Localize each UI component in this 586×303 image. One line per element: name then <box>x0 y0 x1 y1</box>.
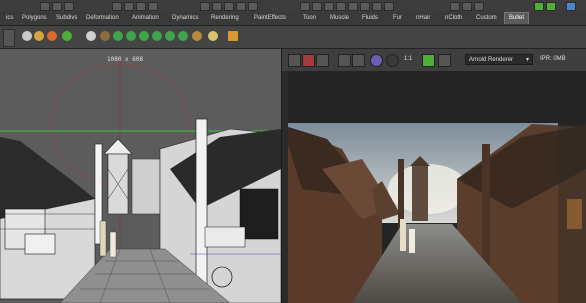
tab-toon[interactable]: Toon <box>299 13 320 24</box>
bullet-solver-icon[interactable] <box>22 31 32 41</box>
resolution-gate-label: 1080 x 608 <box>107 56 144 63</box>
passive-rigid-body-icon[interactable] <box>62 31 72 41</box>
tab-rendering[interactable]: Rendering <box>207 13 243 24</box>
status-tool-icon[interactable] <box>64 2 74 11</box>
tab-dynamics[interactable]: Dynamics <box>168 13 202 24</box>
render-settings-icon[interactable] <box>566 2 576 11</box>
status-tool-icon[interactable] <box>136 2 146 11</box>
tab-ncloth[interactable]: nCloth <box>441 13 466 24</box>
status-tool-icon[interactable] <box>124 2 134 11</box>
status-tool-icon[interactable] <box>248 2 258 11</box>
status-tool-icon[interactable] <box>384 2 394 11</box>
perspective-viewport[interactable]: 1080 x 608 <box>0 49 282 303</box>
render-icon[interactable] <box>534 2 544 11</box>
slider-constraint-icon[interactable] <box>139 31 149 41</box>
status-tool-icon[interactable] <box>200 2 210 11</box>
tab-fluids[interactable]: Fluids <box>358 13 382 24</box>
tab-painteffects[interactable]: PaintEffects <box>250 13 290 24</box>
tab-bullet[interactable]: Bullet <box>504 12 530 24</box>
tab-muscle[interactable]: Muscle <box>326 13 353 24</box>
status-tool-icon[interactable] <box>212 2 222 11</box>
status-tool-icon[interactable] <box>372 2 382 11</box>
tab-animation[interactable]: Animation <box>128 13 163 24</box>
status-tool-icon[interactable] <box>324 2 334 11</box>
tab-subdivs[interactable]: Subdivs <box>52 13 81 24</box>
soft-body-icon[interactable] <box>86 31 96 41</box>
tab-custom[interactable]: Custom <box>472 13 501 24</box>
wireframe-scene <box>0 49 281 303</box>
rendered-image <box>282 71 586 303</box>
shelf-menu-icon[interactable] <box>3 29 15 47</box>
rigid-body-icon[interactable] <box>34 31 44 41</box>
render-view: 1:1 Arnold Renderer ▾ IPR: 0MB <box>282 49 586 303</box>
status-tool-icon[interactable] <box>348 2 358 11</box>
cloth-icon[interactable] <box>100 31 110 41</box>
status-tool-icon[interactable] <box>450 2 460 11</box>
status-tool-icon[interactable] <box>52 2 62 11</box>
tab-fur[interactable]: Fur <box>389 13 406 24</box>
hinge-constraint-icon[interactable] <box>126 31 136 41</box>
status-tool-icon[interactable] <box>336 2 346 11</box>
active-rigid-body-icon[interactable] <box>47 31 57 41</box>
status-tool-icon[interactable] <box>112 2 122 11</box>
status-tool-icon[interactable] <box>40 2 50 11</box>
status-tool-icon[interactable] <box>312 2 322 11</box>
status-tool-icon[interactable] <box>462 2 472 11</box>
ipr-render-icon[interactable] <box>546 2 556 11</box>
spring-constraint-icon[interactable] <box>178 31 188 41</box>
status-tool-icon[interactable] <box>300 2 310 11</box>
tab-ics[interactable]: ics <box>2 13 17 24</box>
cone-constraint-icon[interactable] <box>152 31 162 41</box>
tab-nhair[interactable]: nHair <box>412 13 434 24</box>
constraint-icon[interactable] <box>113 31 123 41</box>
status-tool-icon[interactable] <box>148 2 158 11</box>
six-dof-constraint-icon[interactable] <box>165 31 175 41</box>
status-tool-icon[interactable] <box>224 2 234 11</box>
status-tool-icon[interactable] <box>360 2 370 11</box>
shelf-tab-bar: ics Polygons Subdivs Deformation Animati… <box>0 12 586 26</box>
glue-icon[interactable] <box>192 31 202 41</box>
status-tool-icon[interactable] <box>474 2 484 11</box>
select-icon[interactable] <box>208 31 218 41</box>
arrow-icon[interactable] <box>228 31 238 41</box>
shelf <box>0 26 586 49</box>
tab-deformation[interactable]: Deformation <box>82 13 123 24</box>
tab-polygons[interactable]: Polygons <box>18 13 51 24</box>
status-tool-icon[interactable] <box>236 2 246 11</box>
